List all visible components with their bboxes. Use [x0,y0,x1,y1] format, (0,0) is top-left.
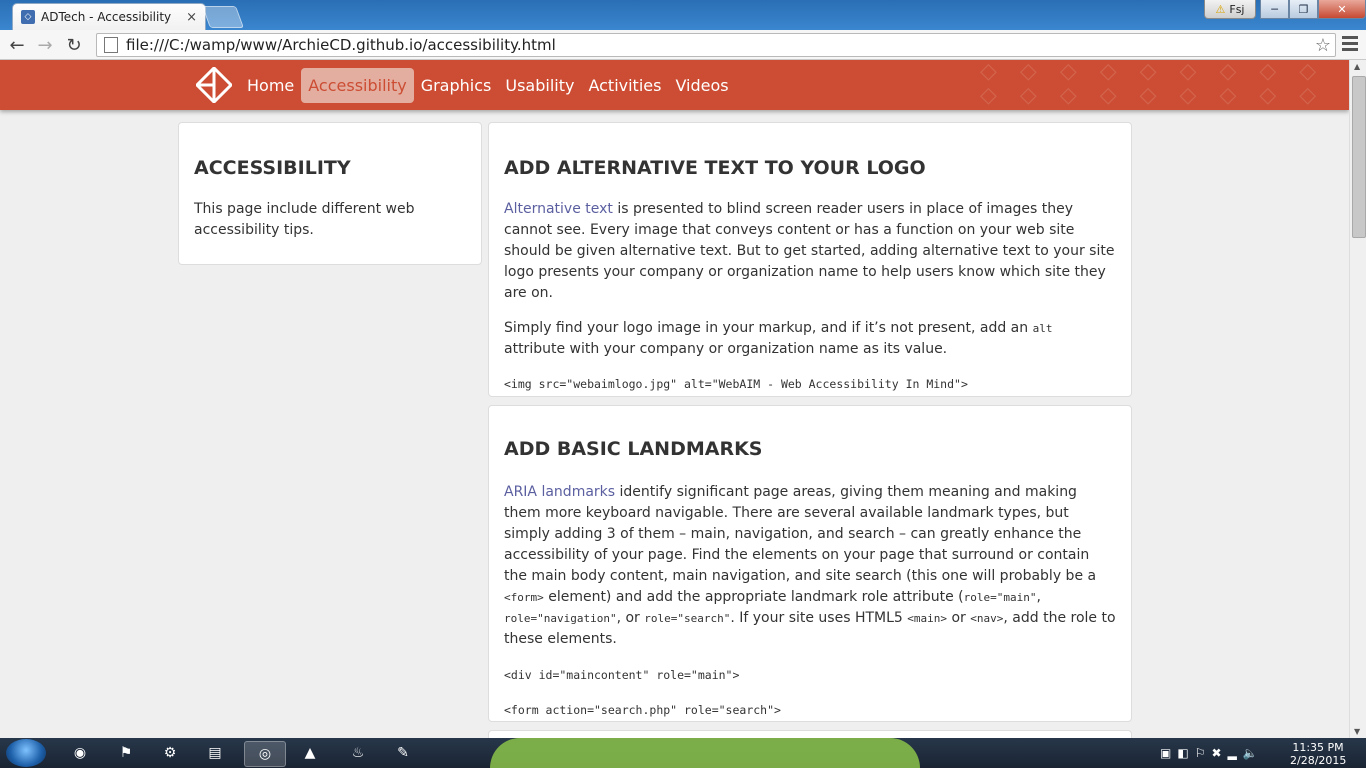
code-snippet: <img src="webaimlogo.jpg" alt="WebAIM - … [504,377,968,391]
app-icon[interactable]: ✎ [383,741,423,765]
close-window-button[interactable]: ✕ [1318,0,1366,19]
scroll-up-icon[interactable]: ▲ [1354,62,1360,71]
nav-link-home[interactable]: Home [240,68,301,103]
inline-code: role="main" [963,591,1037,604]
code-snippet: <div id="maincontent" role="main"> [504,668,740,682]
section-paragraph: ARIA landmarks identify significant page… [504,482,1116,650]
scroll-thumb[interactable] [1352,76,1366,238]
bookmark-star-icon[interactable]: ☆ [1315,35,1331,56]
app-icon[interactable]: ◉ [60,741,100,765]
section-paragraph: Simply find your logo image in your mark… [504,318,1116,360]
aria-landmarks-link[interactable]: ARIA landmarks [504,484,615,500]
back-arrow-icon[interactable]: ← [6,34,28,56]
next-section-panel [488,730,1132,738]
app-icon[interactable]: ⚑ [106,741,146,765]
site-logo-icon[interactable] [196,67,232,103]
paragraph-text: , [1036,589,1041,605]
sidebar-text: This page include different web accessib… [194,201,415,238]
action-center-flag-icon[interactable]: ⚐ [1195,746,1206,760]
section-paragraph: Alternative text is presented to blind s… [504,199,1116,304]
clock-time: 11:35 PM [1292,741,1344,754]
nav-link-activities[interactable]: Activities [581,68,668,103]
code-snippet: <form action="search.php" role="search"> [504,703,781,717]
main-nav: Home Accessibility Graphics Usability Activi… [240,68,736,103]
sidebar-panel: ACCESSIBILITY This page include differen… [178,122,482,265]
alternative-text-link[interactable]: Alternative text [504,201,613,217]
clock-date: 2/28/2015 [1290,754,1347,767]
inline-code: alt [1032,322,1053,335]
section-alt-text: ADD ALTERNATIVE TEXT TO YOUR LOGO Altern… [488,122,1132,397]
paragraph-text: or [947,610,971,626]
nav-link-usability[interactable]: Usability [498,68,581,103]
tab-title: ADTech - Accessibility [41,10,172,24]
inline-code: <nav> [970,612,1004,625]
taskbar-clock[interactable]: 11:35 PM 2/28/2015 [1290,741,1346,767]
chrome-icon[interactable]: ◎ [244,741,286,767]
page-viewport: ◇ ◇ ◇ ◇ ◇ ◇ ◇ ◇ ◇ ◇ ◇ ◇ ◇ ◇ ◇ ◇ ◇ ◇ Home… [0,60,1349,738]
inline-code: <main> [907,612,948,625]
new-tab-button[interactable] [201,6,245,28]
vlc-icon[interactable]: ▲ [290,741,330,765]
tab-close-icon[interactable]: × [186,10,197,25]
section-title: ADD ALTERNATIVE TEXT TO YOUR LOGO [504,157,926,179]
maximize-button[interactable]: ❐ [1289,0,1318,19]
warning-icon: ⚠ [1215,2,1226,16]
navbar-pattern: ◇ ◇ ◇ ◇ ◇ ◇ ◇ ◇ ◇ ◇ ◇ ◇ ◇ ◇ ◇ ◇ ◇ ◇ [980,60,1325,108]
scroll-down-icon[interactable]: ▼ [1354,727,1360,736]
sidebar-title: ACCESSIBILITY [194,157,351,179]
paragraph-text: attribute with your company or organizat… [504,341,948,357]
paragraph-text: , or [616,610,645,626]
paragraph-text: Simply find your logo image in your mark… [504,320,1033,336]
app-icon[interactable]: ♨ [338,741,378,765]
paragraph-text: . If your site uses HTML5 [730,610,908,626]
forward-arrow-icon[interactable]: → [34,34,56,56]
minimize-button[interactable]: ─ [1260,0,1289,19]
windows-taskbar: ◉ ⚑ ⚙ ▤ ◎ ▲ ♨ ✎ ▣ ◧ ⚐ ✖ ▂ 🔈 11:35 PM 2/2… [0,738,1366,768]
browser-titlebar: ◇ ADTech - Accessibility × ⚠ Fsj ─ ❐ ✕ [0,0,1366,30]
inline-code: role="navigation" [504,612,617,625]
nav-link-graphics[interactable]: Graphics [414,68,499,103]
paragraph-text: element) and add the appropriate landmar… [543,589,964,605]
volume-icon[interactable]: 🔈 [1243,746,1258,760]
network-icon[interactable]: ▂ [1228,746,1237,760]
tray-app-icon[interactable]: ▣ [1160,746,1171,760]
section-title: ADD BASIC LANDMARKS [504,438,763,460]
steam-icon[interactable]: ⚙ [150,741,190,765]
browser-toolbar: ← → ↻ file:///C:/wamp/www/ArchieCD.githu… [0,30,1366,60]
page-icon [104,37,118,53]
desktop-wallpaper [490,738,920,768]
nav-link-videos[interactable]: Videos [668,68,735,103]
profile-badge[interactable]: ⚠ Fsj [1204,0,1256,19]
nav-link-accessibility[interactable]: Accessibility [301,68,414,103]
address-bar[interactable]: file:///C:/wamp/www/ArchieCD.github.io/a… [96,33,1336,57]
section-landmarks: ADD BASIC LANDMARKS ARIA landmarks ident… [488,405,1132,722]
inline-code: <form> [504,591,544,604]
site-navbar: ◇ ◇ ◇ ◇ ◇ ◇ ◇ ◇ ◇ ◇ ◇ ◇ ◇ ◇ ◇ ◇ ◇ ◇ Home… [0,60,1349,110]
profile-name: Fsj [1229,2,1245,16]
site-favicon-icon: ◇ [21,10,35,24]
browser-tab[interactable]: ◇ ADTech - Accessibility × [12,3,206,30]
page-scrollbar[interactable]: ▲ ▼ [1349,60,1366,738]
chrome-menu-icon[interactable] [1342,36,1358,54]
start-button[interactable] [6,739,46,767]
tray-app-icon[interactable]: ◧ [1177,746,1188,760]
system-tray: ▣ ◧ ⚐ ✖ ▂ 🔈 [1160,738,1258,768]
url-text: file:///C:/wamp/www/ArchieCD.github.io/a… [126,36,556,54]
file-explorer-icon[interactable]: ▤ [195,741,235,765]
inline-code: role="search" [644,612,731,625]
window-controls: ─ ❐ ✕ [1260,0,1366,19]
tray-app-icon[interactable]: ✖ [1211,746,1221,760]
reload-icon[interactable]: ↻ [63,34,85,56]
